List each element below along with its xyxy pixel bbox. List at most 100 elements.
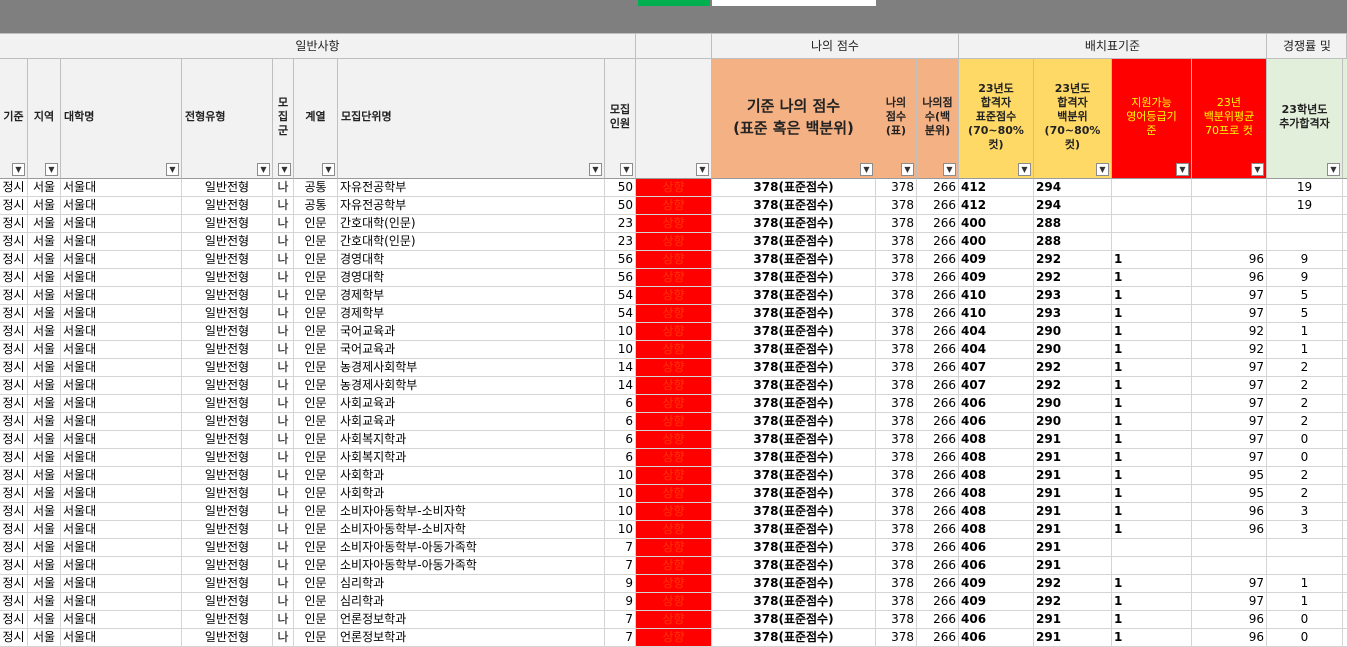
group-header-placement[interactable]: 배치표기준: [959, 33, 1267, 59]
cell-cut-std[interactable]: 408: [959, 467, 1034, 485]
cell-my-pct[interactable]: 266: [917, 431, 959, 449]
cell-extra[interactable]: 9: [1267, 269, 1343, 287]
cell-overflow[interactable]: [1343, 287, 1347, 305]
cell-quota[interactable]: 54: [605, 305, 636, 323]
cell-quota[interactable]: 7: [605, 539, 636, 557]
cell-region[interactable]: 서울: [28, 233, 61, 251]
col-header-region[interactable]: 지역 ▼: [28, 59, 61, 179]
cell-admission-type[interactable]: 일반전형: [182, 521, 273, 539]
cell-my-score-basis[interactable]: 378(표준점수): [712, 611, 876, 629]
cell-region[interactable]: 서울: [28, 251, 61, 269]
cell-overflow[interactable]: [1343, 449, 1347, 467]
cell-extra[interactable]: 2: [1267, 395, 1343, 413]
cell-pct-avg[interactable]: 92: [1192, 323, 1267, 341]
cell-my-std[interactable]: 378: [876, 467, 917, 485]
cell-quota[interactable]: 9: [605, 593, 636, 611]
cell-region[interactable]: 서울: [28, 179, 61, 197]
cell-gijun[interactable]: 정시: [0, 215, 28, 233]
cell-cut-pct[interactable]: 291: [1034, 521, 1112, 539]
cell-my-std[interactable]: 378: [876, 485, 917, 503]
cell-gijun[interactable]: 정시: [0, 251, 28, 269]
cell-region[interactable]: 서울: [28, 521, 61, 539]
group-header-competition[interactable]: 경쟁률 및: [1267, 33, 1347, 59]
cell-dept[interactable]: 사회교육과: [338, 413, 605, 431]
cell-extra[interactable]: 9: [1267, 251, 1343, 269]
cell-field[interactable]: 인문: [294, 395, 338, 413]
cell-univ[interactable]: 서울대: [61, 431, 182, 449]
cell-univ[interactable]: 서울대: [61, 251, 182, 269]
top-note-cell[interactable]: [712, 0, 876, 6]
cell-field[interactable]: 인문: [294, 323, 338, 341]
cell-cut-std[interactable]: 406: [959, 629, 1034, 647]
cell-field[interactable]: 인문: [294, 305, 338, 323]
cell-admission-type[interactable]: 일반전형: [182, 575, 273, 593]
cell-quota[interactable]: 56: [605, 251, 636, 269]
cell-my-std[interactable]: 378: [876, 215, 917, 233]
cell-pct-avg[interactable]: [1192, 179, 1267, 197]
cell-my-pct[interactable]: 266: [917, 377, 959, 395]
cell-region[interactable]: 서울: [28, 467, 61, 485]
cell-status[interactable]: 상향: [636, 431, 712, 449]
cell-pct-avg[interactable]: 97: [1192, 287, 1267, 305]
cell-overflow[interactable]: [1343, 539, 1347, 557]
cell-my-score-basis[interactable]: 378(표준점수): [712, 377, 876, 395]
cell-admission-type[interactable]: 일반전형: [182, 557, 273, 575]
cell-admission-type[interactable]: 일반전형: [182, 377, 273, 395]
filter-dropdown-icon[interactable]: ▼: [1327, 163, 1340, 176]
filter-dropdown-icon[interactable]: ▼: [1018, 163, 1031, 176]
cell-overflow[interactable]: [1343, 503, 1347, 521]
cell-univ[interactable]: 서울대: [61, 233, 182, 251]
cell-group[interactable]: 나: [273, 323, 294, 341]
cell-extra[interactable]: 2: [1267, 413, 1343, 431]
cell-admission-type[interactable]: 일반전형: [182, 215, 273, 233]
cell-pct-avg[interactable]: [1192, 539, 1267, 557]
cell-pct-avg[interactable]: [1192, 215, 1267, 233]
cell-univ[interactable]: 서울대: [61, 611, 182, 629]
cell-field[interactable]: 인문: [294, 485, 338, 503]
cell-univ[interactable]: 서울대: [61, 593, 182, 611]
col-header-cut-pct[interactable]: 23년도 합격자 백분위 (70~80% 컷) ▼: [1034, 59, 1112, 179]
cell-my-score-basis[interactable]: 378(표준점수): [712, 269, 876, 287]
cell-dept[interactable]: 심리학과: [338, 575, 605, 593]
cell-gijun[interactable]: 정시: [0, 521, 28, 539]
filter-dropdown-icon[interactable]: ▼: [589, 163, 602, 176]
cell-status[interactable]: 상향: [636, 197, 712, 215]
cell-overflow[interactable]: [1343, 269, 1347, 287]
cell-region[interactable]: 서울: [28, 377, 61, 395]
cell-field[interactable]: 인문: [294, 449, 338, 467]
cell-extra[interactable]: 1: [1267, 575, 1343, 593]
cell-cut-std[interactable]: 406: [959, 611, 1034, 629]
cell-my-score-basis[interactable]: 378(표준점수): [712, 521, 876, 539]
cell-overflow[interactable]: [1343, 341, 1347, 359]
filter-dropdown-icon[interactable]: ▼: [257, 163, 270, 176]
cell-region[interactable]: 서울: [28, 413, 61, 431]
cell-dept[interactable]: 간호대학(인문): [338, 215, 605, 233]
cell-cut-pct[interactable]: 291: [1034, 485, 1112, 503]
cell-status[interactable]: 상향: [636, 179, 712, 197]
cell-my-pct[interactable]: 266: [917, 305, 959, 323]
cell-overflow[interactable]: [1343, 305, 1347, 323]
cell-dept[interactable]: 국어교육과: [338, 341, 605, 359]
cell-admission-type[interactable]: 일반전형: [182, 593, 273, 611]
cell-quota[interactable]: 7: [605, 557, 636, 575]
cell-region[interactable]: 서울: [28, 341, 61, 359]
cell-my-pct[interactable]: 266: [917, 593, 959, 611]
cell-status[interactable]: 상향: [636, 503, 712, 521]
cell-cut-pct[interactable]: 290: [1034, 341, 1112, 359]
cell-cut-std[interactable]: 408: [959, 485, 1034, 503]
cell-status[interactable]: 상향: [636, 233, 712, 251]
cell-eng-grade[interactable]: 1: [1112, 521, 1192, 539]
cell-status[interactable]: 상향: [636, 215, 712, 233]
cell-admission-type[interactable]: 일반전형: [182, 305, 273, 323]
cell-quota[interactable]: 10: [605, 521, 636, 539]
cell-eng-grade[interactable]: 1: [1112, 287, 1192, 305]
cell-eng-grade[interactable]: [1112, 539, 1192, 557]
cell-overflow[interactable]: [1343, 179, 1347, 197]
cell-gijun[interactable]: 정시: [0, 539, 28, 557]
cell-eng-grade[interactable]: 1: [1112, 629, 1192, 647]
cell-dept[interactable]: 경제학부: [338, 287, 605, 305]
cell-eng-grade[interactable]: 1: [1112, 503, 1192, 521]
filter-dropdown-icon[interactable]: ▼: [1251, 163, 1264, 176]
cell-region[interactable]: 서울: [28, 197, 61, 215]
cell-extra[interactable]: 2: [1267, 467, 1343, 485]
